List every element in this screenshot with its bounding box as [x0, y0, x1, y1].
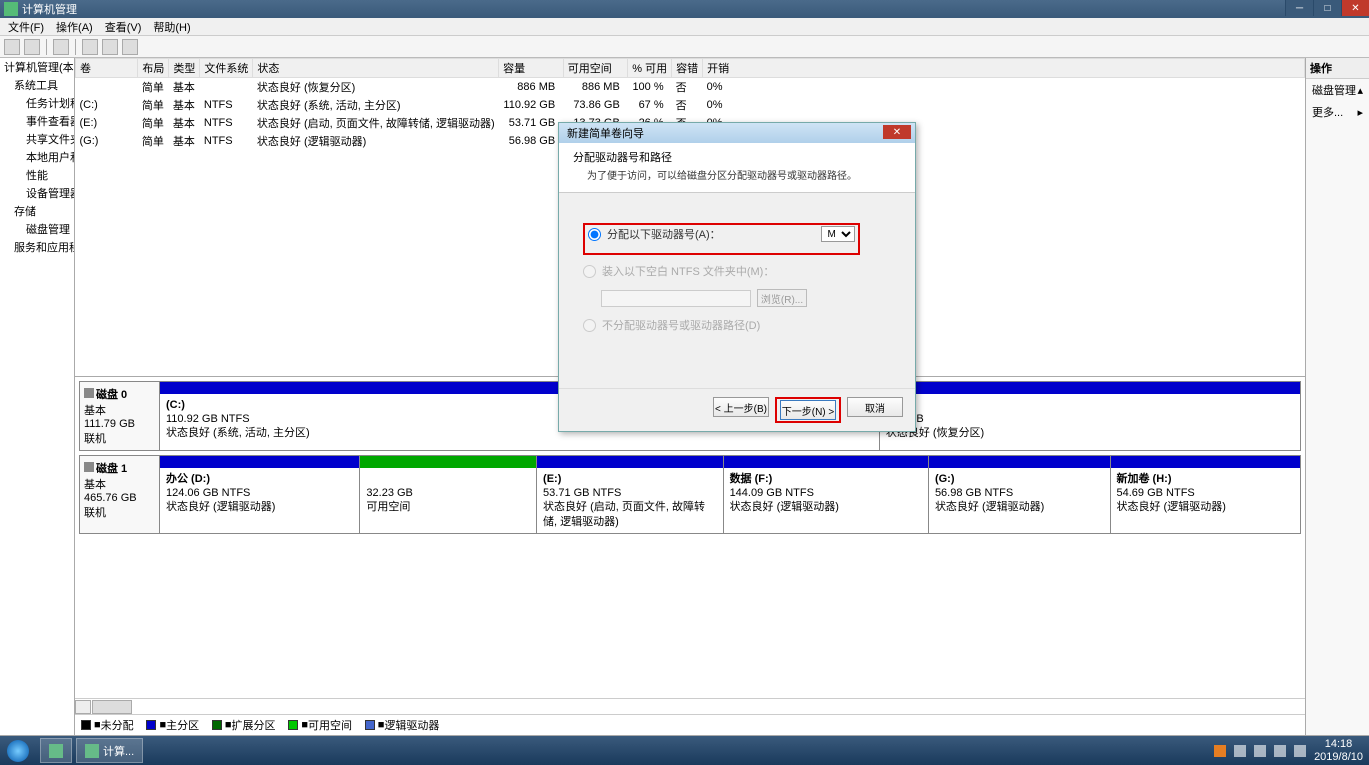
- menu-action[interactable]: 操作(A): [50, 19, 99, 35]
- col-overhead[interactable]: 开销: [703, 59, 1305, 78]
- action-disk-mgmt[interactable]: 磁盘管理▴: [1306, 79, 1369, 101]
- tray-chevron-icon[interactable]: [1234, 745, 1246, 757]
- actions-panel: 操作 磁盘管理▴ 更多...▸: [1305, 58, 1369, 735]
- disk-icon: [84, 462, 94, 472]
- table-row[interactable]: (C:)简单基本NTFS状态良好 (系统, 活动, 主分区)110.92 GB7…: [76, 96, 1305, 114]
- app-icon: [4, 2, 18, 16]
- tree-services[interactable]: 服务和应用程: [0, 238, 74, 256]
- tree-shared-folders[interactable]: 共享文件夹: [0, 130, 74, 148]
- horizontal-scrollbar[interactable]: [75, 698, 1305, 714]
- chevron-up-icon: ▴: [1357, 84, 1363, 97]
- menu-view[interactable]: 查看(V): [99, 19, 148, 35]
- tree-disk-management[interactable]: 磁盘管理: [0, 220, 74, 238]
- col-type[interactable]: 类型: [169, 59, 200, 78]
- toolbar-icon[interactable]: [82, 39, 98, 55]
- toolbar-icon[interactable]: [122, 39, 138, 55]
- chevron-right-icon: ▸: [1357, 106, 1363, 119]
- maximize-button[interactable]: □: [1313, 0, 1341, 16]
- minimize-button[interactable]: ─: [1285, 0, 1313, 16]
- explorer-icon: [49, 744, 63, 758]
- taskbar-app[interactable]: 计算...: [76, 738, 143, 763]
- windows-orb-icon: [7, 740, 29, 762]
- system-tray: 14:18 2019/8/10: [1214, 738, 1369, 762]
- col-free[interactable]: 可用空间: [563, 59, 628, 78]
- disk-1-label: 磁盘 1 基本 465.76 GB 联机: [80, 456, 160, 533]
- option-mount-folder[interactable]: 装入以下空白 NTFS 文件夹中(M)：: [583, 263, 891, 279]
- tree-storage[interactable]: 存储: [0, 202, 74, 220]
- wizard-titlebar[interactable]: 新建简单卷向导 ✕: [559, 123, 915, 143]
- close-button[interactable]: ✕: [1341, 0, 1369, 16]
- menu-file[interactable]: 文件(F): [2, 19, 50, 35]
- radio-mount[interactable]: [583, 265, 596, 278]
- scroll-left-icon[interactable]: [75, 700, 91, 714]
- refresh-icon[interactable]: [53, 39, 69, 55]
- new-simple-volume-wizard: 新建简单卷向导 ✕ 分配驱动器号和路径 为了便于访问，可以给磁盘分区分配驱动器号…: [558, 122, 916, 432]
- disk-1: 磁盘 1 基本 465.76 GB 联机 办公 (D:)124.06 GB NT…: [79, 455, 1301, 534]
- separator: [46, 39, 47, 55]
- taskbar: 计算... 14:18 2019/8/10: [0, 736, 1369, 765]
- tree-system-tools[interactable]: 系统工具: [0, 76, 74, 94]
- drive-letter-select[interactable]: M: [821, 226, 855, 242]
- browse-button: 浏览(R)...: [757, 289, 807, 307]
- tray-network-icon[interactable]: [1274, 745, 1286, 757]
- disk-icon: [84, 388, 94, 398]
- window-titlebar: 计算机管理 ─ □ ✕: [0, 0, 1369, 18]
- tree-root[interactable]: 计算机管理(本: [0, 58, 74, 76]
- toolbar-icon[interactable]: [102, 39, 118, 55]
- tree-local-users[interactable]: 本地用户和: [0, 148, 74, 166]
- action-more[interactable]: 更多...▸: [1306, 101, 1369, 123]
- navigation-tree: 计算机管理(本 系统工具 任务计划程 事件查看器 共享文件夹 本地用户和 性能 …: [0, 58, 75, 735]
- partition-h[interactable]: 新加卷 (H:)54.69 GB NTFS状态良好 (逻辑驱动器): [1110, 456, 1301, 533]
- mount-path-input: [601, 290, 751, 307]
- menu-help[interactable]: 帮助(H): [147, 19, 196, 35]
- tray-clock[interactable]: 14:18 2019/8/10: [1314, 738, 1363, 762]
- scroll-thumb[interactable]: [92, 700, 132, 714]
- wizard-subtitle: 分配驱动器号和路径: [573, 149, 901, 165]
- wizard-close-button[interactable]: ✕: [883, 125, 911, 139]
- col-fault[interactable]: 容错: [672, 59, 703, 78]
- tree-event-viewer[interactable]: 事件查看器: [0, 112, 74, 130]
- menu-bar: 文件(F) 操作(A) 查看(V) 帮助(H): [0, 18, 1369, 36]
- cancel-button[interactable]: 取消: [847, 397, 903, 417]
- partition-e[interactable]: (E:)53.71 GB NTFS状态良好 (启动, 页面文件, 故障转储, 逻…: [536, 456, 723, 533]
- partition-recovery[interactable]: 886 MB 状态良好 (恢复分区): [879, 382, 1300, 450]
- radio-assign[interactable]: [588, 228, 601, 241]
- disk-0-label: 磁盘 0 基本 111.79 GB 联机: [80, 382, 160, 450]
- option-no-assign[interactable]: 不分配驱动器号或驱动器路径(D): [583, 317, 891, 333]
- col-status[interactable]: 状态: [253, 59, 499, 78]
- wizard-description: 为了便于访问，可以给磁盘分区分配驱动器号或驱动器路径。: [573, 167, 901, 182]
- col-capacity[interactable]: 容量: [499, 59, 564, 78]
- tree-device-manager[interactable]: 设备管理器: [0, 184, 74, 202]
- legend: ■ 未分配 ■ 主分区 ■ 扩展分区 ■ 可用空间 ■ 逻辑驱动器: [75, 714, 1305, 735]
- tree-performance[interactable]: 性能: [0, 166, 74, 184]
- app-icon: [85, 744, 99, 758]
- partition-d[interactable]: 办公 (D:)124.06 GB NTFS状态良好 (逻辑驱动器): [160, 456, 359, 533]
- col-volume[interactable]: 卷: [76, 59, 138, 78]
- partition-free[interactable]: 32.23 GB可用空间: [359, 456, 536, 533]
- option-assign-letter[interactable]: 分配以下驱动器号(A)： M: [588, 226, 855, 242]
- col-fs[interactable]: 文件系统: [200, 59, 253, 78]
- back-icon[interactable]: [4, 39, 20, 55]
- separator: [75, 39, 76, 55]
- back-button[interactable]: < 上一步(B): [713, 397, 769, 417]
- col-pct[interactable]: % 可用: [628, 59, 672, 78]
- taskbar-pinned[interactable]: [40, 738, 72, 763]
- tray-flag-icon[interactable]: [1254, 745, 1266, 757]
- table-row[interactable]: 简单基本状态良好 (恢复分区)886 MB886 MB100 %否0%: [76, 78, 1305, 97]
- next-button[interactable]: 下一步(N) >: [780, 400, 836, 420]
- radio-none[interactable]: [583, 319, 596, 332]
- tray-volume-icon[interactable]: [1294, 745, 1306, 757]
- tree-task-scheduler[interactable]: 任务计划程: [0, 94, 74, 112]
- partition-header: [880, 382, 1300, 394]
- start-button[interactable]: [0, 736, 36, 765]
- tray-icon[interactable]: [1214, 745, 1226, 757]
- window-title: 计算机管理: [22, 1, 77, 17]
- partition-f[interactable]: 数据 (F:)144.09 GB NTFS状态良好 (逻辑驱动器): [723, 456, 928, 533]
- forward-icon[interactable]: [24, 39, 40, 55]
- toolbar: [0, 36, 1369, 58]
- actions-header: 操作: [1306, 58, 1369, 79]
- col-layout[interactable]: 布局: [138, 59, 169, 78]
- partition-g[interactable]: (G:)56.98 GB NTFS状态良好 (逻辑驱动器): [928, 456, 1110, 533]
